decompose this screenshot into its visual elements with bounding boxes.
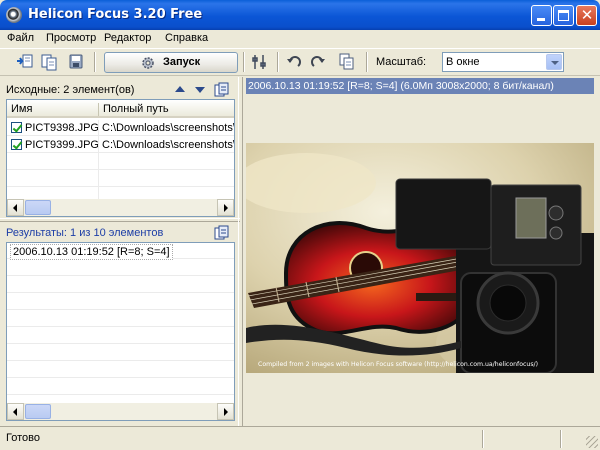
add-images-icon[interactable] — [14, 52, 36, 72]
sources-hscrollbar[interactable] — [7, 199, 234, 216]
left-panel: Исходные: 2 элемент(ов) Имя Полный путь … — [0, 77, 240, 426]
maximize-button[interactable] — [553, 5, 574, 26]
source-path: C:\Downloads\screenshots\fo — [102, 122, 235, 134]
scale-label: Масштаб: — [376, 56, 427, 68]
image-info-bar: 2006.10.13 01:19:52 [R=8; S=4] (6.0Мп 30… — [246, 78, 594, 94]
source-row[interactable]: PICT9399.JPG C:\Downloads\screenshots\fo — [7, 137, 235, 153]
source-row[interactable]: PICT9398.JPG C:\Downloads\screenshots\fo — [7, 120, 235, 136]
sources-list-header: Имя Полный путь — [7, 100, 234, 118]
scroll-right-icon[interactable] — [217, 403, 234, 420]
scroll-left-icon[interactable] — [7, 403, 24, 420]
save-icon[interactable] — [65, 52, 87, 72]
menu-view[interactable]: Просмотр — [46, 32, 96, 44]
sources-header: Исходные: 2 элемент(ов) — [0, 79, 237, 99]
source-name: PICT9399.JPG — [25, 139, 99, 151]
preview-image[interactable]: Compiled from 2 images with Helicon Focu… — [246, 143, 594, 373]
preview-area[interactable]: Compiled from 2 images with Helicon Focu… — [246, 95, 594, 426]
minimize-icon — [537, 18, 545, 21]
scroll-thumb[interactable] — [25, 404, 51, 419]
menu-bar: Файл Просмотр Редактор Справка — [0, 30, 600, 48]
status-bar: Готово — [0, 426, 600, 450]
move-up-icon[interactable] — [175, 86, 185, 92]
run-label: Запуск — [163, 56, 201, 68]
results-header: Результаты: 1 из 10 элементов — [0, 222, 237, 242]
result-item[interactable]: 2006.10.13 01:19:52 [R=8; S=4] — [7, 243, 234, 260]
sources-title: Исходные: 2 элемент(ов) — [6, 84, 135, 96]
redo-icon[interactable] — [307, 52, 329, 72]
minimize-button[interactable] — [531, 5, 552, 26]
toolbar: Запуск Масштаб: В окне — [0, 48, 600, 76]
image-info-text: 2006.10.13 01:19:52 [R=8; S=4] (6.0Мп 30… — [248, 80, 554, 92]
source-checkbox[interactable] — [11, 139, 22, 150]
results-hscrollbar[interactable] — [7, 403, 234, 420]
gear-icon — [142, 57, 154, 69]
scroll-thumb[interactable] — [25, 200, 51, 215]
menu-edit[interactable]: Редактор — [104, 32, 151, 44]
results-title: Результаты: 1 из 10 элементов — [6, 227, 164, 239]
chevron-down-icon[interactable] — [546, 54, 562, 70]
scale-select[interactable]: В окне — [442, 52, 564, 72]
run-button[interactable]: Запуск — [104, 52, 238, 73]
menu-file[interactable]: Файл — [7, 32, 34, 44]
scroll-left-icon[interactable] — [7, 199, 24, 216]
status-text: Готово — [6, 432, 40, 444]
vertical-splitter[interactable] — [238, 77, 243, 426]
scale-select-value: В окне — [446, 56, 480, 68]
move-down-icon[interactable] — [195, 87, 205, 93]
preview-caption: Compiled from 2 images with Helicon Focu… — [258, 361, 538, 368]
result-item-label: 2006.10.13 01:19:52 [R=8; S=4] — [10, 244, 173, 260]
close-icon: ✕ — [580, 7, 594, 24]
scroll-right-icon[interactable] — [217, 199, 234, 216]
source-name: PICT9398.JPG — [25, 122, 99, 134]
list-options-icon[interactable] — [214, 82, 230, 98]
sources-list[interactable]: Имя Полный путь PICT9398.JPG C:\Download… — [6, 99, 235, 217]
copy-icon[interactable] — [335, 52, 357, 72]
column-path[interactable]: Полный путь — [99, 103, 234, 116]
undo-icon[interactable] — [283, 52, 305, 72]
window-title: Helicon Focus 3.20 Free — [28, 7, 203, 22]
maximize-icon — [558, 10, 569, 21]
close-button[interactable]: ✕ — [576, 5, 597, 26]
source-path: C:\Downloads\screenshots\fo — [102, 139, 235, 151]
results-options-icon[interactable] — [214, 225, 230, 241]
results-list[interactable]: 2006.10.13 01:19:52 [R=8; S=4] — [6, 242, 235, 421]
app-lens-icon[interactable] — [6, 7, 22, 23]
source-checkbox[interactable] — [11, 122, 22, 133]
column-name[interactable]: Имя — [7, 103, 99, 116]
resize-grip-icon[interactable] — [586, 436, 598, 448]
settings-icon[interactable] — [249, 52, 271, 72]
remove-images-icon[interactable] — [38, 52, 60, 72]
menu-help[interactable]: Справка — [165, 32, 208, 44]
title-bar[interactable]: Helicon Focus 3.20 Free ✕ — [0, 0, 600, 30]
